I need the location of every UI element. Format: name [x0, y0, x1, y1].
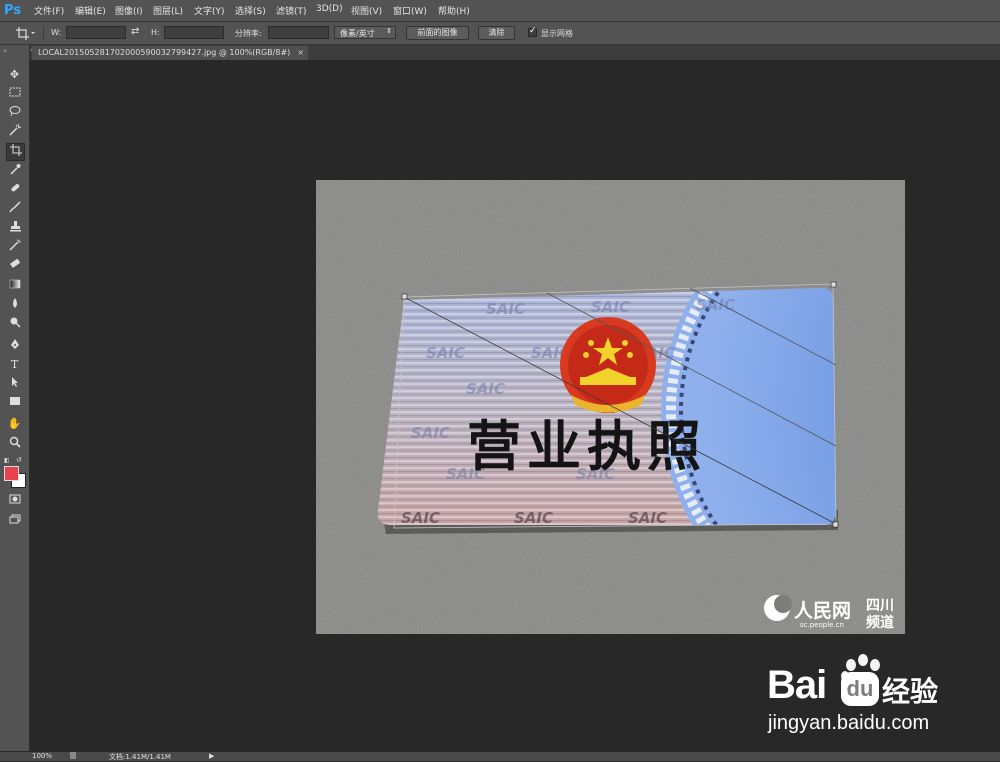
document-tab-title: LOCAL2015052817020005900327994​27.jpg @ … — [38, 48, 291, 57]
magic-wand-icon[interactable] — [6, 123, 23, 140]
close-icon[interactable]: × — [297, 46, 304, 60]
options-bar: W: ⇄ H: 分辨率: 像素/英寸 ⇕ 前面的图像 清除 ✓ 显示网格 — [0, 22, 1000, 45]
saic-watermark: SAIC — [628, 509, 667, 527]
zoom-tool-icon[interactable] — [6, 436, 23, 452]
menu-type[interactable]: 文字(Y) — [194, 4, 225, 17]
menu-help[interactable]: 帮助(H) — [438, 4, 470, 17]
menu-3d[interactable]: 3D(D) — [316, 4, 343, 14]
path-selection-icon[interactable] — [6, 376, 23, 392]
marquee-tool-icon[interactable] — [6, 86, 23, 102]
status-icon[interactable] — [70, 752, 76, 759]
menu-edit[interactable]: 编辑(E) — [75, 4, 106, 17]
people-url: sc.people.cn — [800, 621, 844, 629]
baidu-du-badge: du — [841, 672, 879, 706]
blur-tool-icon[interactable] — [6, 297, 23, 313]
width-input[interactable] — [66, 26, 126, 39]
crop-handle[interactable] — [830, 281, 837, 288]
front-image-button[interactable]: 前面的图像 — [406, 26, 469, 40]
photoshop-logo: Ps — [4, 3, 22, 18]
healing-brush-icon[interactable] — [6, 182, 23, 198]
crop-tool-icon[interactable] — [6, 143, 25, 161]
status-menu-arrow-icon[interactable]: ▶ — [209, 752, 214, 760]
saic-watermark: SAIC — [486, 300, 525, 318]
crop-preset-icon[interactable] — [16, 27, 36, 40]
show-grid-checkbox[interactable]: ✓ — [528, 26, 537, 37]
zoom-level[interactable]: 100% — [32, 752, 52, 760]
license-title: 营业执照 — [467, 415, 707, 478]
quick-mask-icon[interactable] — [6, 493, 23, 509]
saic-watermark: SAIC — [696, 296, 735, 314]
chevron-updown-icon: ⇕ — [386, 27, 392, 35]
menu-select[interactable]: 选择(S) — [235, 4, 266, 17]
tools-panel: » ✥ T ✋ ◧ ↺ — [0, 45, 30, 751]
status-bar: 100% 文档:1.41M/1.41M ▶ — [0, 752, 1000, 761]
width-label: W: — [51, 28, 62, 37]
menu-view[interactable]: 视图(V) — [351, 4, 382, 17]
saic-watermark: SAIC — [411, 424, 450, 442]
lasso-tool-icon[interactable] — [6, 105, 23, 121]
swap-icon[interactable]: ⇄ — [131, 26, 139, 37]
sichuan-line2: 频道 — [866, 614, 894, 631]
menu-layer[interactable]: 图层(L) — [153, 4, 183, 17]
saic-watermark: SAIC — [591, 298, 630, 316]
default-colors-icon[interactable]: ◧ — [4, 457, 10, 464]
national-emblem — [560, 317, 656, 413]
saic-watermark: SAIC — [514, 509, 553, 527]
people-logo-text: 人民网 — [794, 600, 851, 622]
unit-select[interactable]: 像素/英寸 ⇕ — [334, 26, 396, 39]
swap-colors-icon[interactable]: ↺ — [16, 456, 22, 464]
foreground-color-swatch[interactable] — [4, 466, 19, 481]
saic-watermark: SAIC — [466, 380, 505, 398]
eyedropper-icon[interactable] — [6, 163, 23, 179]
unit-select-value: 像素/英寸 — [340, 29, 375, 38]
height-label: H: — [151, 28, 160, 37]
hand-tool-icon[interactable]: ✋ — [6, 416, 23, 432]
eraser-icon[interactable] — [6, 258, 23, 274]
baidu-jingyan-text: 经验 — [882, 675, 939, 708]
crop-handle[interactable] — [401, 293, 408, 300]
resolution-input[interactable] — [268, 26, 329, 39]
rectangle-tool-icon[interactable] — [6, 395, 23, 411]
history-brush-icon[interactable] — [6, 239, 23, 255]
gradient-tool-icon[interactable] — [6, 278, 23, 294]
brush-tool-icon[interactable] — [6, 201, 23, 217]
menu-filter[interactable]: 滤镜(T) — [276, 4, 307, 17]
pen-tool-icon[interactable] — [6, 338, 23, 354]
baidu-url: jingyan.baidu.com — [768, 712, 930, 734]
panel-collapse-icon[interactable]: » — [3, 47, 7, 55]
type-tool-icon[interactable]: T — [6, 357, 23, 373]
screen-mode-icon[interactable] — [6, 513, 23, 529]
saic-watermark: SAIC — [401, 509, 440, 527]
menu-window[interactable]: 窗口(W) — [393, 4, 427, 17]
clear-button[interactable]: 清除 — [478, 26, 515, 40]
baidu-logo-text: Bai — [767, 663, 827, 707]
height-input[interactable] — [164, 26, 224, 39]
menu-bar: Ps 文件(F) 编辑(E) 图像(I) 图层(L) 文字(Y) 选择(S) 滤… — [0, 0, 1000, 22]
resolution-label: 分辨率: — [235, 29, 262, 38]
document-image[interactable]: SAIC SAIC SAIC SAIC SAIC SAIC SAIC SAIC … — [316, 180, 905, 634]
document-tab[interactable]: LOCAL2015052817020005900327994​27.jpg @ … — [32, 46, 308, 60]
saic-watermark: SAIC — [426, 344, 465, 362]
menu-image[interactable]: 图像(I) — [115, 4, 143, 17]
clone-stamp-icon[interactable] — [6, 220, 23, 236]
crop-handle[interactable] — [832, 521, 839, 528]
show-grid-label: 显示网格 — [541, 29, 573, 38]
dodge-tool-icon[interactable] — [6, 316, 23, 332]
menu-file[interactable]: 文件(F) — [34, 4, 64, 17]
sichuan-line1: 四川 — [866, 598, 894, 614]
checkmark-icon: ✓ — [529, 26, 537, 36]
move-tool-icon[interactable]: ✥ — [6, 67, 23, 83]
